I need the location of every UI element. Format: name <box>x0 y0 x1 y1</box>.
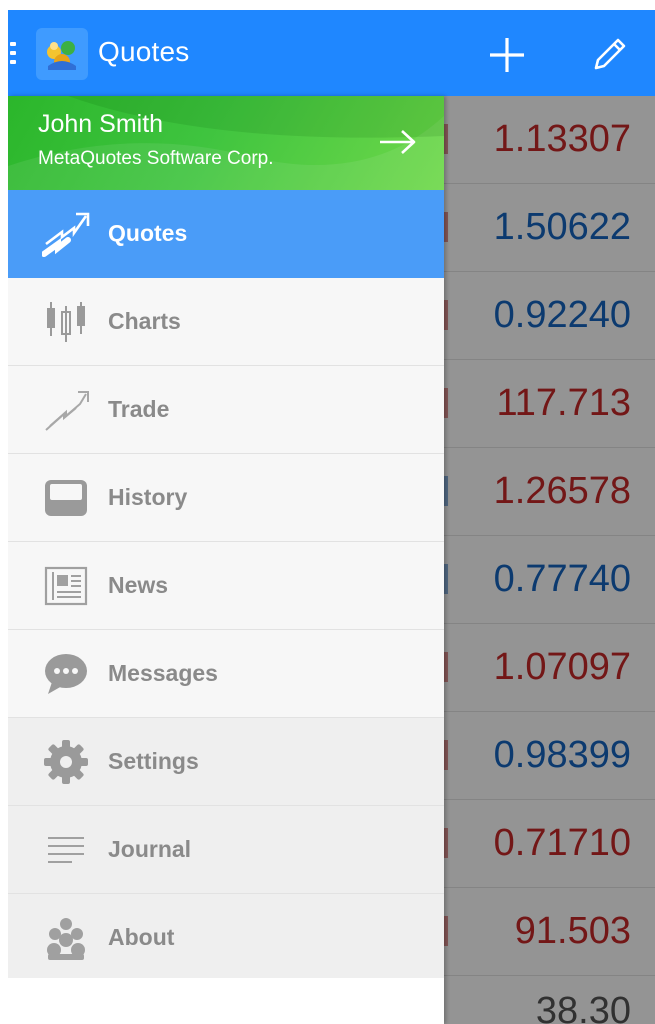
nav-item-journal[interactable]: Journal <box>8 806 444 894</box>
newspaper-icon <box>42 562 90 610</box>
nav-item-news[interactable]: News <box>8 542 444 630</box>
nav-item-quotes[interactable]: Quotes <box>8 190 444 278</box>
chat-bubble-icon <box>42 650 90 698</box>
nav-label: News <box>108 572 169 598</box>
nav-label: Quotes <box>108 220 188 246</box>
about-logo-icon <box>42 914 90 962</box>
account-name: John Smith <box>38 110 164 138</box>
nav-label: Charts <box>108 308 181 334</box>
nav-label: About <box>108 924 175 950</box>
nav-item-charts[interactable]: Charts <box>8 278 444 366</box>
nav-item-about[interactable]: About <box>8 894 444 982</box>
account-company: MetaQuotes Software Corp. <box>38 148 274 169</box>
nav-label: Messages <box>108 660 218 686</box>
gear-icon <box>42 738 90 786</box>
inbox-tray-icon <box>42 474 90 522</box>
app-logo-icon <box>36 28 88 80</box>
trade-trend-icon <box>42 386 90 434</box>
nav-label: Journal <box>108 836 192 862</box>
arrow-right-icon[interactable] <box>378 126 418 158</box>
journal-lines-icon <box>42 826 90 874</box>
nav-label: Settings <box>108 748 199 774</box>
app-bar-title: Quotes <box>98 36 190 67</box>
plus-icon[interactable] <box>486 34 528 76</box>
navigation-drawer: John Smith MetaQuotes Software Corp. Quo… <box>8 96 444 1024</box>
app-bar: Quotes <box>8 10 655 96</box>
nav-item-messages[interactable]: Messages <box>8 630 444 718</box>
nav-label: Trade <box>108 396 170 422</box>
nav-item-trade[interactable]: Trade <box>8 366 444 454</box>
nav-item-settings[interactable]: Settings <box>8 718 444 806</box>
drawer-footer-space <box>8 978 444 1024</box>
pencil-icon[interactable] <box>588 34 630 76</box>
account-header[interactable]: John Smith MetaQuotes Software Corp. <box>8 96 444 190</box>
app-frame: 1.13307 1.50622 0.92240 117.713 1.26578 … <box>8 10 655 1024</box>
menu-handle-icon[interactable] <box>10 42 16 66</box>
nav-item-history[interactable]: History <box>8 454 444 542</box>
quotes-arrows-icon <box>41 210 90 258</box>
nav-label: History <box>108 484 188 510</box>
candlestick-icon <box>42 298 90 346</box>
